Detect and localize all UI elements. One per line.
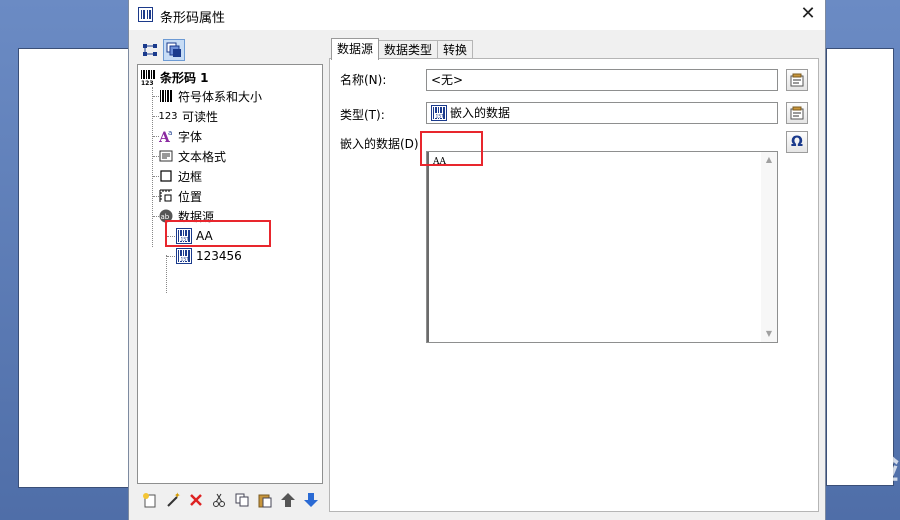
- dialog-title: 条形码属性: [160, 11, 226, 26]
- tree-item-label: 123456: [196, 249, 242, 263]
- tree-item-label: 边框: [178, 169, 203, 184]
- name-field[interactable]: <无>: [426, 69, 778, 91]
- new-source-icon[interactable]: [140, 490, 160, 510]
- position-icon: [158, 188, 174, 204]
- highlight-annotation-data: [420, 131, 483, 166]
- embedded-data-label: 嵌入的数据(D):: [340, 137, 423, 151]
- tree-item-label: 位置: [178, 189, 203, 204]
- barcode-app-icon: [138, 7, 153, 22]
- embedded-data-icon: 1ST: [431, 105, 447, 121]
- type-field[interactable]: 1ST 嵌入的数据: [426, 102, 778, 124]
- title-bar: 条形码属性 ✕: [129, 0, 825, 30]
- embedded-data-value: AA: [427, 152, 761, 342]
- type-label: 类型(T):: [340, 108, 385, 122]
- tree-item-font[interactable]: Aa 字体: [158, 127, 202, 145]
- name-browse-button[interactable]: [786, 69, 808, 91]
- tree-item-label: 可读性: [182, 109, 219, 124]
- svg-text:a: a: [168, 129, 172, 137]
- property-tree: 123 条形码 1 符号体系和大小 123 可读性 Aa 字体 文本格式 边框 …: [137, 64, 323, 484]
- text-format-icon: [158, 148, 174, 164]
- scroll-down-icon[interactable]: ▼: [761, 326, 777, 342]
- tree-toolbar: [137, 38, 323, 64]
- expand-tree-icon[interactable]: [139, 39, 161, 61]
- paw-icon: [755, 424, 784, 452]
- move-up-icon[interactable]: [278, 490, 298, 510]
- baidu-watermark: Bai du 经验 jingyan.baidu.com: [690, 420, 900, 520]
- tree-item-readability[interactable]: 123 可读性: [158, 107, 218, 125]
- svg-text:1ST: 1ST: [436, 114, 445, 120]
- close-button[interactable]: ✕: [791, 0, 825, 30]
- tree-root-barcode[interactable]: 123 条形码 1: [140, 68, 209, 86]
- properties-icon: [790, 106, 804, 120]
- textarea-scrollbar[interactable]: ▲ ▼: [761, 152, 777, 342]
- tree-panel: 123 条形码 1 符号体系和大小 123 可读性 Aa 字体 文本格式 边框 …: [137, 38, 323, 512]
- tab-transform[interactable]: 转换: [437, 40, 474, 60]
- move-down-icon[interactable]: [301, 490, 321, 510]
- barcode-icon: 123: [140, 69, 156, 85]
- paste-icon[interactable]: [255, 490, 275, 510]
- tree-item-position[interactable]: 位置: [158, 187, 202, 205]
- tree-item-label: 字体: [178, 129, 203, 144]
- embedded-data-textarea[interactable]: AA ▲ ▼: [426, 151, 778, 343]
- copy-icon[interactable]: [232, 490, 252, 510]
- tree-item-label: 符号体系和大小: [178, 89, 263, 104]
- tree-root-label: 条形码 1: [160, 70, 209, 85]
- svg-text:123: 123: [141, 80, 154, 85]
- cut-icon[interactable]: [209, 490, 229, 510]
- watermark-url: jingyan.baidu.com: [692, 482, 803, 495]
- omega-icon: Ω: [791, 134, 803, 150]
- scroll-up-icon[interactable]: ▲: [761, 152, 777, 168]
- svg-text:1ST: 1ST: [181, 257, 190, 263]
- type-browse-button[interactable]: [786, 102, 808, 124]
- font-icon: Aa: [158, 128, 174, 144]
- highlight-annotation-tree: [165, 220, 271, 247]
- tree-item-symbology[interactable]: 符号体系和大小: [158, 87, 262, 105]
- tree-item-source-123456[interactable]: 1ST 123456: [176, 247, 242, 265]
- tab-strip: 数据源 数据类型 转换: [331, 38, 474, 60]
- delete-icon[interactable]: [186, 490, 206, 510]
- document-page-left: [18, 48, 130, 488]
- tab-datatype[interactable]: 数据类型: [378, 40, 439, 60]
- tree-item-text-format[interactable]: 文本格式: [158, 147, 226, 165]
- type-value: 嵌入的数据: [450, 106, 511, 120]
- properties-icon: [790, 73, 804, 87]
- tree-item-label: 文本格式: [178, 149, 227, 164]
- barcode-icon: [158, 88, 174, 104]
- 123-icon: 123: [158, 110, 178, 122]
- name-label: 名称(N):: [340, 73, 387, 87]
- tab-datasource[interactable]: 数据源: [331, 38, 380, 60]
- tree-item-border[interactable]: 边框: [158, 167, 202, 185]
- insert-symbol-button[interactable]: Ω: [786, 131, 808, 153]
- tree-bottom-toolbar: ✦: [137, 488, 323, 512]
- wizard-icon[interactable]: ✦: [163, 490, 183, 510]
- source-barcode-icon: 1ST: [176, 248, 192, 264]
- layers-view-icon[interactable]: [163, 39, 185, 61]
- svg-text:✦: ✦: [174, 492, 181, 500]
- border-icon: [158, 168, 174, 184]
